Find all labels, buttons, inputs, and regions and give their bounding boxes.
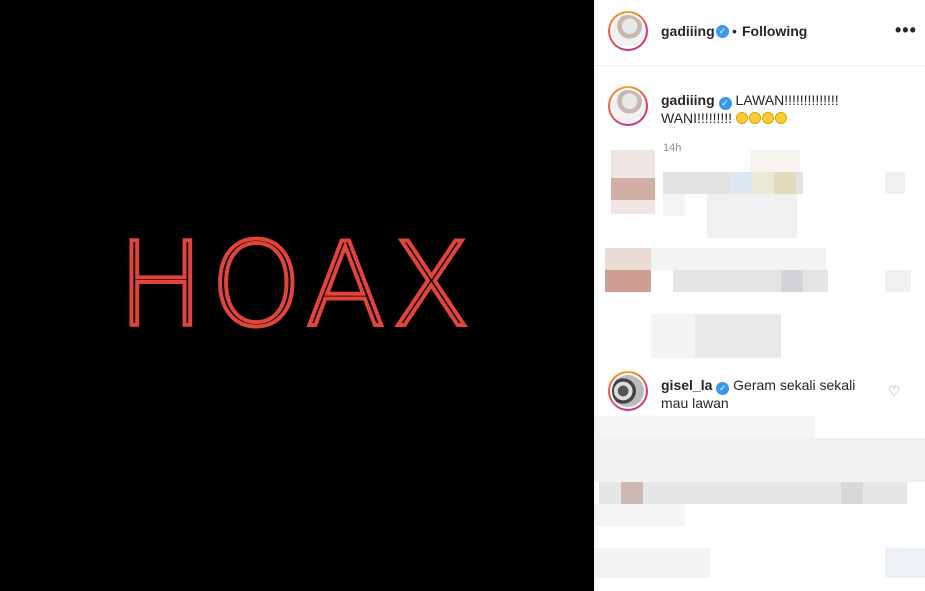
verified-badge-icon: ✓ <box>716 382 730 395</box>
caption-text-line2: WANI!!!!!!!!! <box>661 110 733 126</box>
comments-panel: gadiiing ✓ • Following ••• gadiiing ✓ LA… <box>594 0 925 591</box>
worried-face-icon <box>735 112 748 124</box>
post-image[interactable]: HOAX <box>0 0 594 591</box>
post-image-text: HOAX <box>115 218 477 353</box>
caption: gadiiing ✓ LAWAN!!!!!!!!!!!!!! WANI!!!!!… <box>661 91 851 127</box>
header-separator: • <box>732 23 737 39</box>
caption-timestamp[interactable]: 14h <box>663 142 681 154</box>
author-avatar[interactable] <box>608 11 648 51</box>
caption-text-line1: LAWAN!!!!!!!!!!!!!! <box>735 92 839 108</box>
following-button[interactable]: Following <box>742 23 807 39</box>
post-header: gadiiing ✓ • Following ••• <box>595 0 925 66</box>
comment: gisel_la ✓ Geram sekali sekali mau lawan <box>661 376 861 412</box>
verified-badge-icon: ✓ <box>716 25 729 38</box>
heart-icon[interactable]: ♡ <box>888 383 901 400</box>
caption-author-avatar[interactable] <box>608 86 648 126</box>
author-username[interactable]: gadiiing <box>661 23 715 39</box>
verified-badge-icon: ✓ <box>718 97 732 110</box>
caption-username[interactable]: gadiiing <box>661 92 715 108</box>
worried-face-icon <box>761 112 774 124</box>
worried-face-icon <box>748 112 761 124</box>
more-options-icon[interactable]: ••• <box>895 20 917 41</box>
comment-username[interactable]: gisel_la <box>661 377 712 393</box>
worried-face-icon <box>774 112 787 124</box>
commenter-avatar[interactable] <box>608 371 648 411</box>
